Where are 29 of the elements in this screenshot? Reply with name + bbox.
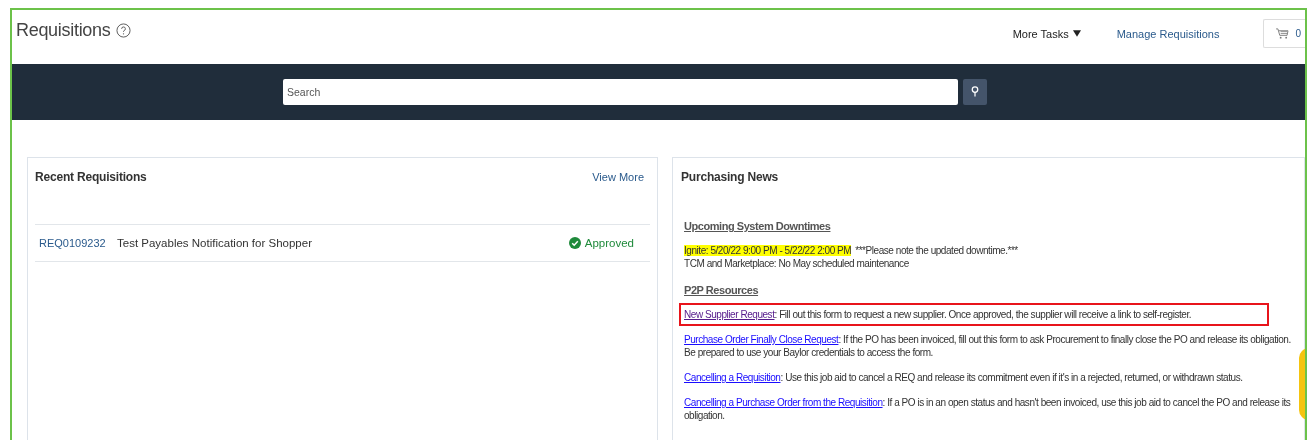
highlighted-text: Ignite: 5/20/22 9:00 PM - 5/22/22 2:00 PM: [684, 245, 852, 256]
resource-link[interactable]: Cancelling a Purchase Order from the Requisition: [684, 397, 883, 408]
resource-description: Purchase Order Finally Close Request: If the PO has been invoiced, fill out this form to ask Procurement to finally close the PO and release its obligation. Be prepared to use your Baylor credentials to access the form.: [684, 333, 1292, 359]
resource-link[interactable]: Cancelling a Requisition: [684, 372, 781, 383]
search-icon: [970, 85, 980, 99]
caret-icon: [1072, 30, 1081, 37]
search-field[interactable]: Search: [283, 79, 958, 105]
resource-description: Cancelling a Purchase Order from the Requisition: If a PO is in an open status and hasn't been invoiced, use this job aid to cancel the PO and release its obligation.: [684, 396, 1292, 422]
notice-text: ***Please note the updated downtime.***: [855, 245, 1018, 256]
view-more-link[interactable]: View More: [592, 171, 644, 183]
help-icon[interactable]: [116, 23, 132, 38]
search-button[interactable]: [963, 79, 987, 105]
notice-text: TCM and Marketplace: No May scheduled maintenance: [684, 258, 909, 269]
check-icon: [568, 237, 581, 249]
section-heading: P2P Resources: [684, 284, 760, 296]
cart-button[interactable]: 0: [1263, 19, 1305, 48]
cart-icon: [1276, 28, 1290, 39]
manage-requisitions-link[interactable]: Manage Requisitions: [1116, 27, 1220, 40]
requisition-description: Test Payables Notification for Shopper: [117, 237, 313, 249]
panel-title: Recent Requisitions: [35, 170, 147, 184]
resource-link[interactable]: New Supplier Request: [684, 309, 775, 320]
resource-description: Cancelling a Requisition: Use this job aid to cancel a REQ and release its commitment even if it's in a rejected, returned, or withdrawn status.: [684, 371, 1244, 384]
requisition-link[interactable]: REQ0109232: [39, 237, 117, 249]
section-heading: Upcoming System Downtimes: [684, 220, 832, 232]
status-label: Approved: [568, 237, 634, 249]
panel-title: Purchasing News: [681, 170, 779, 184]
page-title: Requisitions: [16, 20, 111, 41]
more-tasks-menu[interactable]: More Tasks: [1012, 27, 1081, 40]
resource-description: New Supplier Request: Fill out this form to request a new supplier. Once approved, the supplier will receive a link to self-register.: [684, 308, 1193, 321]
